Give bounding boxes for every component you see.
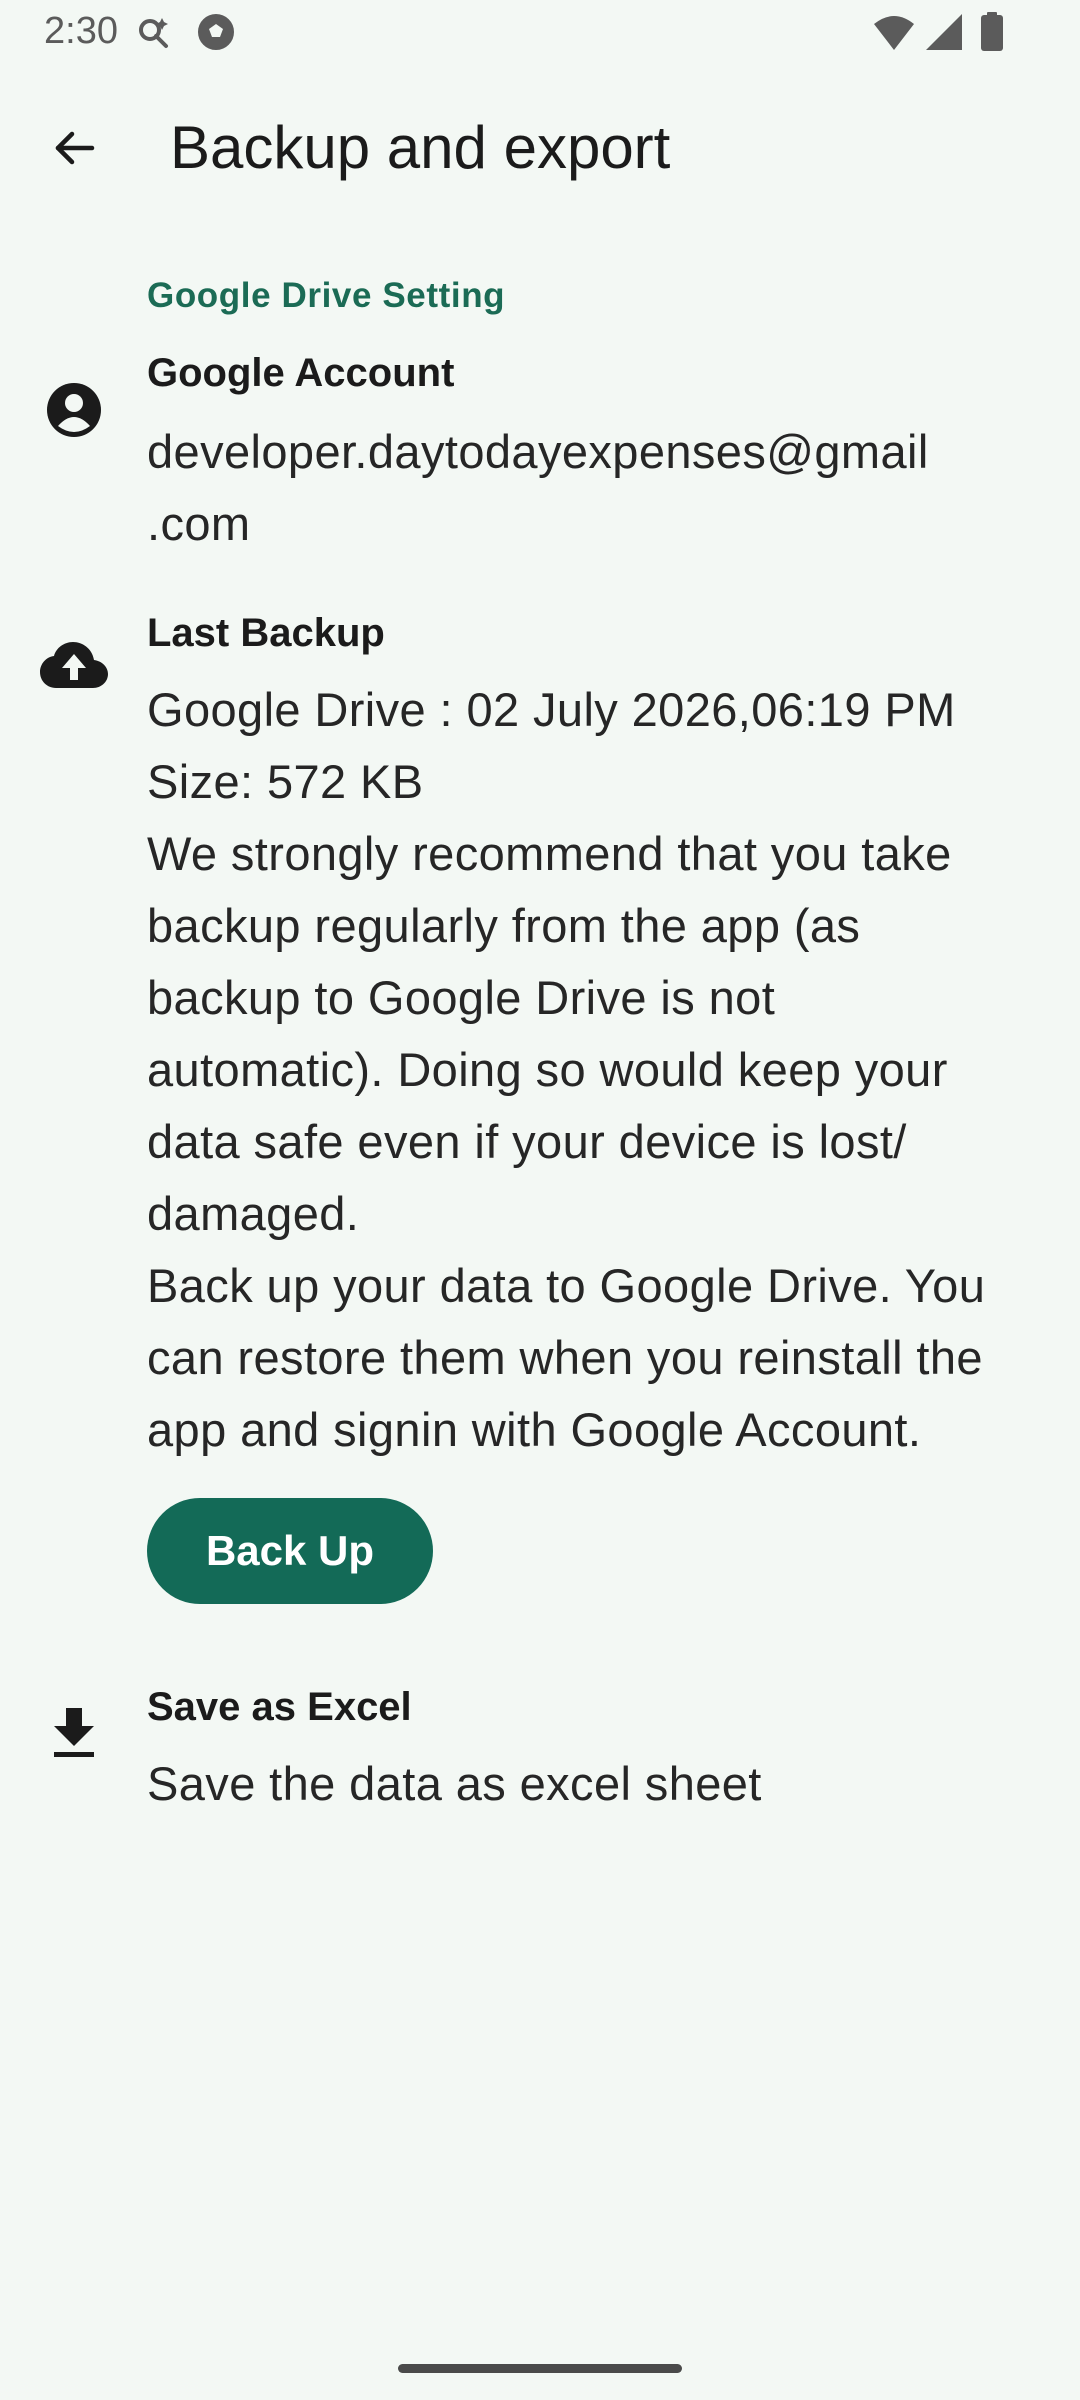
section-title: Google Drive Setting: [147, 276, 506, 315]
recommendation-text: automatic). Doing so would keep your: [147, 1043, 948, 1096]
save-as-excel-row[interactable]: Save as Excel Save the data as excel she…: [0, 1660, 1080, 1840]
recommendation-text: data safe even if your device is lost/: [147, 1115, 907, 1168]
arrow-back-icon: [50, 124, 98, 172]
back-up-button[interactable]: Back Up: [147, 1498, 433, 1604]
signal-icon: [924, 12, 964, 52]
restore-info-text: can restore them when you reinstall the: [147, 1331, 983, 1384]
recommendation-text: backup regularly from the app (as: [147, 899, 861, 952]
restore-info-text: Back up your data to Google Drive. You: [147, 1259, 986, 1312]
recommendation-text: backup to Google Drive is not: [147, 971, 776, 1024]
last-backup-title: Last Backup: [147, 611, 385, 655]
account-circle-icon: [40, 376, 108, 444]
battery-icon: [980, 12, 1004, 52]
download-icon: [40, 1698, 108, 1766]
backup-size-text: Size: 572 KB: [147, 755, 424, 808]
back-button[interactable]: [36, 110, 112, 186]
account-email-line: .com: [147, 497, 251, 550]
account-title: Google Account: [147, 351, 455, 395]
football-icon: [196, 12, 236, 52]
backup-date-text: Google Drive : 02 July 2026,06:19 PM: [147, 683, 956, 736]
excel-subtitle: Save the data as excel sheet: [147, 1748, 1047, 1820]
gesture-nav-handle[interactable]: [398, 2364, 682, 2373]
last-backup-details: Google Drive : 02 July 2026,06:19 PM Siz…: [147, 674, 1047, 1466]
google-account-row[interactable]: Google Account developer.daytodayexpense…: [0, 340, 1080, 570]
excel-subtitle-text: Save the data as excel sheet: [147, 1757, 762, 1810]
status-time: 2:30: [44, 10, 118, 52]
excel-title: Save as Excel: [147, 1685, 412, 1729]
account-email: developer.daytodayexpenses@gmail .com: [147, 416, 1047, 560]
account-email-line: developer.daytodayexpenses@gmail: [147, 425, 929, 478]
restore-info-text: app and signin with Google Account.: [147, 1403, 922, 1456]
wifi-icon: [872, 12, 916, 52]
cast-search-icon: [134, 12, 174, 52]
page-title: Backup and export: [170, 114, 671, 181]
recommendation-text: We strongly recommend that you take: [147, 827, 952, 880]
recommendation-text: damaged.: [147, 1187, 360, 1240]
last-backup-row: Last Backup Google Drive : 02 July 2026,…: [0, 608, 1080, 1638]
cloud-upload-icon: [40, 632, 108, 700]
